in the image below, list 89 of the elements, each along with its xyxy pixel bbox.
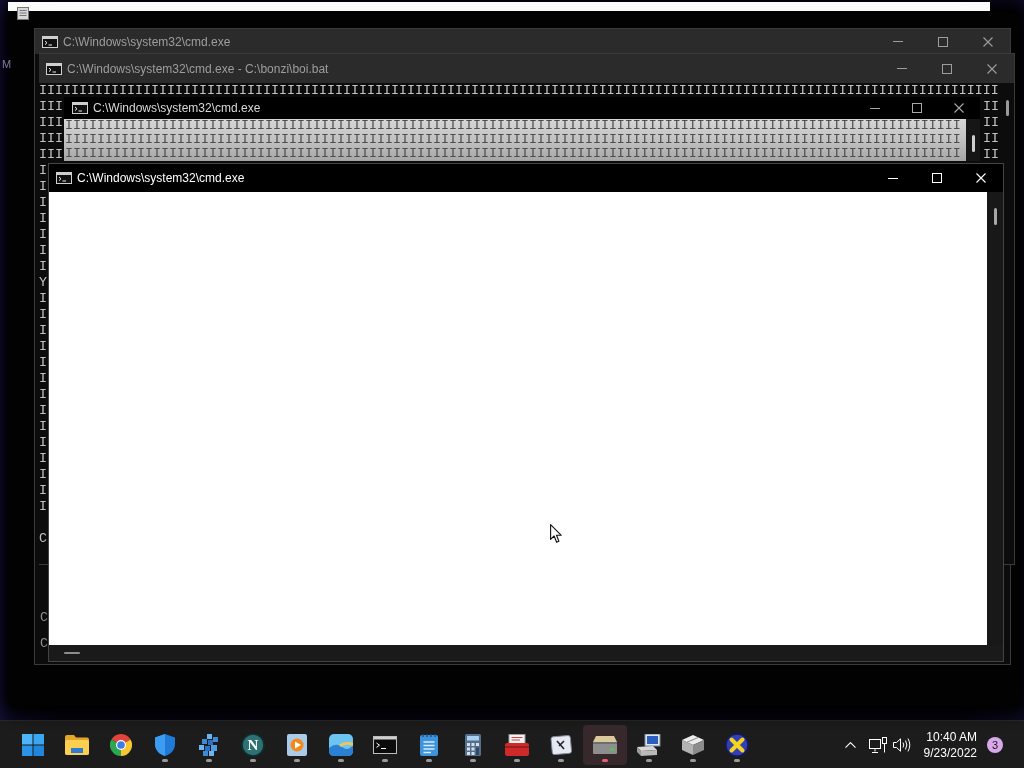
volume-icon — [892, 737, 911, 752]
cross-circle-icon — [725, 732, 749, 757]
tricolor-circle-icon — [110, 733, 132, 756]
console-icon — [56, 172, 72, 184]
console-text: I — [39, 163, 47, 179]
console-text: I — [39, 227, 47, 243]
landscape-icon — [329, 733, 353, 756]
console-text: I — [39, 211, 47, 227]
console-text: I — [39, 483, 47, 499]
console-text: I — [39, 323, 47, 339]
computer-icon — [637, 733, 661, 756]
console-text: I — [39, 307, 47, 323]
console-text: I — [39, 259, 47, 275]
console-text: IIIIIIIIIIIIIIIIIIIIIIIIIIIIIIIIIIIIIIIIIIIIIIIIIIIIIIIIIIIIIIIIIIIIIIIIIIIIIIIIIIIIIIIIIIIIIIIIIIIIIIIIIIIIIIII — [65, 132, 961, 147]
console-text: I — [39, 467, 47, 483]
console-text: IIIIIIIIIIIIIIIIIIIIIIIIIIIIIIIIIIIIIIIIIIIIIIIIIIIIIIIIIIIIIIIIIIIIIIIIIIIIIIIIIIIIIIIIIIIIIIIIIIIIIIIIIIIIIIIIIIIIIIII — [39, 83, 999, 99]
console-text: I — [39, 195, 47, 211]
console-text: III — [39, 131, 63, 147]
drive-icon — [593, 735, 617, 754]
notification-badge[interactable]: 3 — [987, 736, 1003, 753]
minimize-icon — [896, 68, 907, 69]
desktop-text: M — [2, 58, 12, 71]
console-text: I — [39, 387, 47, 403]
maximize-icon — [937, 36, 948, 47]
window-title: C:\Windows\system32\cmd.exe — [63, 34, 231, 49]
close-icon — [982, 36, 993, 47]
calculator-icon — [465, 733, 481, 756]
console-text: I — [39, 291, 47, 307]
maximize-icon — [932, 173, 942, 183]
folder-icon — [65, 734, 89, 755]
console-text: C — [40, 636, 48, 651]
window-title: C:\Windows\system32\cmd.exe — [93, 101, 261, 115]
console-text: I — [39, 435, 47, 451]
shield-icon — [155, 733, 175, 756]
clock-time: 10:40 AM — [926, 728, 977, 745]
maximize-icon — [912, 103, 922, 113]
scroll-thumb[interactable] — [1005, 100, 1009, 116]
taskbar-button[interactable] — [583, 724, 627, 765]
window-title: C:\Windows\system32\cmd.exe - C:\bonzi\boi.bat — [67, 61, 329, 76]
taskbar-button[interactable]: N — [231, 724, 275, 765]
console-icon — [46, 62, 62, 75]
box-icon — [682, 734, 704, 755]
terminal-icon — [373, 735, 397, 754]
console-text: IIIIIIIIIIIIIIIIIIIIIIIIIIIIIIIIIIIIIIIIIIIIIIIIIIIIIIIIIIIIIIIIIIIIIIIIIIIIIIIIIIIIIIIIIIIIIIIIIIIIIIIIIIIIIIII — [65, 146, 961, 161]
console-text: C — [40, 610, 48, 625]
console-text: I — [39, 243, 47, 259]
clock-date: 9/23/2022 — [923, 744, 977, 761]
play-icon — [287, 733, 307, 756]
scroll-thumb[interactable] — [993, 208, 997, 225]
console-text: I — [39, 419, 47, 435]
letter-circle-icon: N — [241, 732, 265, 757]
console-text: III — [39, 115, 63, 131]
scroll-thumb[interactable] — [64, 652, 80, 654]
close-icon — [954, 103, 964, 113]
minimize-icon — [888, 177, 898, 179]
console-icon — [42, 35, 58, 48]
console-text: II — [983, 131, 999, 147]
console-text: I — [39, 355, 47, 371]
console-text: I — [39, 371, 47, 387]
blocks-icon — [199, 733, 219, 756]
minimize-icon — [892, 41, 903, 42]
console-text: Y — [39, 275, 47, 291]
console-text: IIIIIIIIIIIIIIIIIIIIIIIIIIIIIIIIIIIIIIIIIIIIIIIIIIIIIIIIIIIIIIIIIIIIIIIIIIIIIIIIIIIIIIIIIIIIIIIIIIIIIIIIIIIIIIII — [65, 118, 961, 133]
close-icon — [976, 173, 986, 183]
console-text: I — [39, 179, 47, 195]
console-icon — [72, 102, 88, 114]
minimize-icon — [870, 107, 880, 109]
console-text: C — [39, 531, 47, 547]
console-text: I — [39, 403, 47, 419]
network-icon — [868, 736, 887, 753]
console-text: III — [39, 99, 63, 115]
console-text: II — [983, 147, 999, 163]
printer-icon — [505, 733, 529, 756]
four-squares-icon — [22, 733, 44, 756]
console-text: I — [39, 339, 47, 355]
notepad-icon — [420, 733, 438, 756]
close-icon — [986, 63, 997, 74]
window-title: C:\Windows\system32\cmd.exe — [77, 171, 245, 185]
console-text: III — [39, 147, 63, 163]
scroll-thumb[interactable] — [971, 135, 975, 152]
maximize-icon — [941, 63, 952, 74]
tilted-card-icon — [550, 734, 572, 755]
document-icon — [17, 7, 29, 20]
console-text: II — [983, 115, 999, 131]
console-text: II — [983, 99, 999, 115]
chevron-up-icon — [845, 741, 857, 748]
console-text: I — [39, 451, 47, 467]
console-text: I — [39, 499, 47, 515]
mouse-pointer-icon — [550, 524, 562, 543]
